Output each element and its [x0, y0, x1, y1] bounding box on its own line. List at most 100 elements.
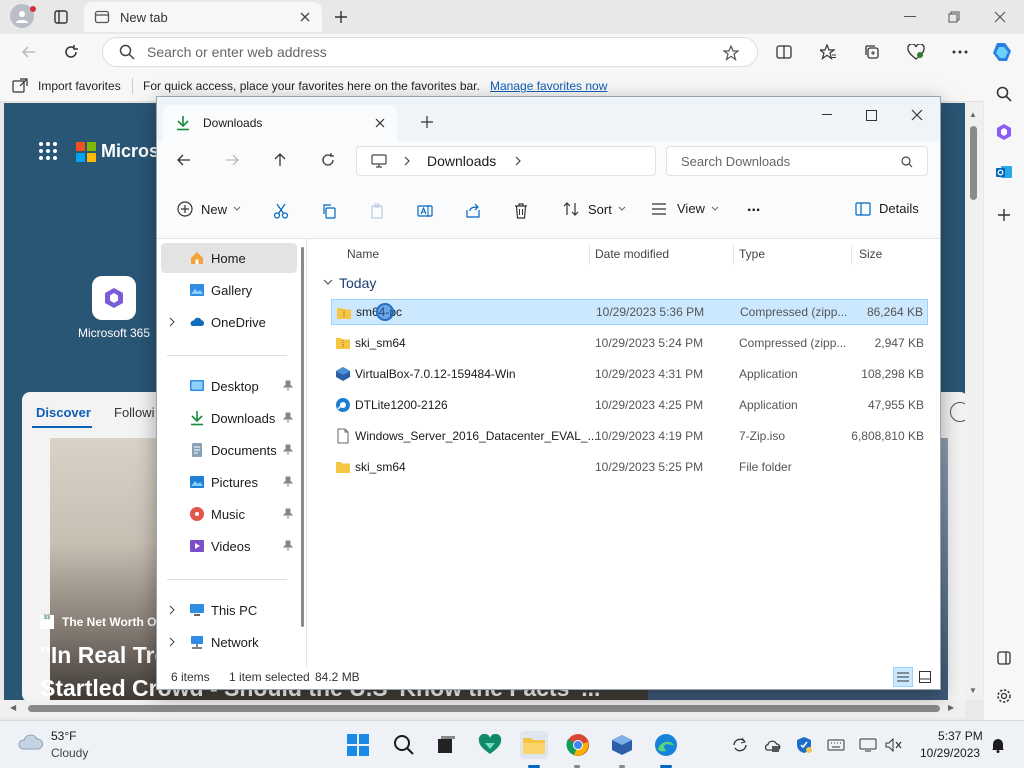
- collections-icon[interactable]: [860, 40, 884, 64]
- sidebar-outlook-icon[interactable]: [992, 160, 1016, 184]
- nav-pane-scrollbar[interactable]: [301, 247, 304, 627]
- explorer-back-icon[interactable]: [173, 149, 195, 171]
- split-screen-icon[interactable]: [772, 40, 796, 64]
- explorer-close-button[interactable]: [905, 103, 929, 127]
- nav-item-documents[interactable]: Documents: [161, 435, 297, 465]
- tiles-view-toggle-icon[interactable]: [915, 667, 935, 687]
- nav-item-pictures[interactable]: Pictures: [161, 467, 297, 497]
- address-bar[interactable]: Search or enter web address: [102, 37, 758, 67]
- news-headline-line1[interactable]: "In Real Tro: [40, 642, 169, 669]
- cut-icon[interactable]: [271, 201, 291, 221]
- chrome-taskbar-icon[interactable]: [564, 731, 592, 759]
- nav-item-home[interactable]: Home: [161, 243, 297, 273]
- file-explorer-taskbar-icon[interactable]: [520, 731, 548, 759]
- clock-date[interactable]: 10/29/2023: [920, 746, 980, 760]
- column-divider[interactable]: [589, 245, 590, 265]
- new-tab-button[interactable]: [330, 6, 352, 28]
- column-divider[interactable]: [851, 245, 852, 265]
- back-button[interactable]: [16, 39, 42, 65]
- share-icon[interactable]: [463, 201, 483, 221]
- explorer-up-icon[interactable]: [269, 149, 291, 171]
- tray-display-icon[interactable]: [858, 731, 878, 759]
- file-row[interactable]: sm64-pc 10/29/2023 5:36 PM Compressed (z…: [331, 299, 928, 325]
- virtualbox-taskbar-icon[interactable]: [608, 731, 636, 759]
- start-button[interactable]: [344, 731, 372, 759]
- nav-item-onedrive[interactable]: OneDrive: [161, 307, 297, 337]
- view-button[interactable]: View: [651, 201, 719, 216]
- tray-sync-icon[interactable]: [730, 731, 750, 759]
- column-header-size[interactable]: Size: [859, 247, 882, 261]
- restore-button[interactable]: [942, 6, 966, 28]
- file-row[interactable]: ski_sm64 10/29/2023 5:25 PM File folder: [331, 454, 928, 480]
- h-scroll-thumb[interactable]: [28, 705, 940, 712]
- breadcrumb-chevron-icon[interactable]: [514, 156, 522, 166]
- explorer-minimize-button[interactable]: [815, 103, 839, 127]
- sort-button[interactable]: Sort: [563, 201, 626, 217]
- task-view-icon[interactable]: [432, 731, 460, 759]
- nav-item-gallery[interactable]: Gallery: [161, 275, 297, 305]
- scroll-right-icon[interactable]: ▶: [948, 703, 954, 712]
- browser-tab-new-tab[interactable]: New tab: [84, 2, 322, 32]
- delete-icon[interactable]: [511, 201, 531, 221]
- close-explorer-tab-icon[interactable]: [373, 116, 387, 130]
- copy-icon[interactable]: [319, 201, 339, 221]
- tray-volume-muted-icon[interactable]: [884, 731, 904, 759]
- nav-item-desktop[interactable]: Desktop: [161, 371, 297, 401]
- copilot-icon[interactable]: [988, 38, 1016, 66]
- details-button[interactable]: Details: [855, 201, 919, 216]
- scroll-up-icon[interactable]: ▲: [969, 110, 977, 119]
- more-options-button[interactable]: ...: [747, 198, 760, 216]
- explorer-search-box[interactable]: Search Downloads: [666, 146, 928, 176]
- favorites-icon[interactable]: [816, 40, 840, 64]
- page-vertical-scrollbar[interactable]: ▲ ▼: [965, 102, 983, 700]
- sidebar-add-icon[interactable]: [992, 203, 1016, 227]
- scroll-left-icon[interactable]: ◀: [10, 703, 16, 712]
- rename-icon[interactable]: [415, 201, 435, 221]
- sidebar-copilot-icon[interactable]: [992, 120, 1016, 144]
- nav-item-downloads[interactable]: Downloads: [161, 403, 297, 433]
- clock-time[interactable]: 5:37 PM: [938, 729, 983, 743]
- edge-taskbar-icon[interactable]: [652, 731, 680, 759]
- manage-favorites-link[interactable]: Manage favorites now: [490, 79, 607, 93]
- favorite-star-icon[interactable]: [721, 43, 741, 63]
- file-row[interactable]: ski_sm64 10/29/2023 5:24 PM Compressed (…: [331, 330, 928, 356]
- tray-security-icon[interactable]: [794, 731, 814, 759]
- column-divider[interactable]: [733, 245, 734, 265]
- paste-icon[interactable]: [367, 201, 387, 221]
- import-favorites-button[interactable]: Import favorites: [12, 78, 121, 94]
- nav-item-music[interactable]: Music: [161, 499, 297, 529]
- nav-item-network[interactable]: Network: [161, 627, 297, 657]
- column-header-date[interactable]: Date modified: [595, 247, 669, 261]
- column-header-type[interactable]: Type: [739, 247, 765, 261]
- tray-keyboard-icon[interactable]: [826, 731, 846, 759]
- app-launcher-icon[interactable]: [38, 141, 58, 161]
- weather-widget[interactable]: [16, 731, 44, 753]
- taskbar-search-icon[interactable]: [390, 731, 418, 759]
- close-window-button[interactable]: [988, 6, 1012, 28]
- nav-item-videos[interactable]: Videos: [161, 531, 297, 561]
- refresh-button[interactable]: [58, 39, 84, 65]
- sidebar-settings-icon[interactable]: [992, 684, 1016, 708]
- expand-chevron-icon[interactable]: [169, 605, 175, 615]
- explorer-address-bar[interactable]: Downloads: [356, 146, 656, 176]
- discover-tab[interactable]: Discover: [36, 405, 91, 420]
- explorer-maximize-button[interactable]: [859, 103, 883, 127]
- sidebar-toggle-icon[interactable]: [992, 646, 1016, 670]
- explorer-forward-icon[interactable]: [221, 149, 243, 171]
- scroll-down-icon[interactable]: ▼: [969, 686, 977, 695]
- sidebar-search-icon[interactable]: [992, 82, 1016, 106]
- copilot-taskbar-icon[interactable]: [476, 731, 504, 759]
- expand-chevron-icon[interactable]: [169, 637, 175, 647]
- expand-chevron-icon[interactable]: [169, 317, 175, 327]
- file-row[interactable]: DTLite1200-2126 10/29/2023 4:25 PM Appli…: [331, 392, 928, 418]
- explorer-tab-downloads[interactable]: Downloads: [163, 105, 397, 141]
- file-row[interactable]: VirtualBox-7.0.12-159484-Win 10/29/2023 …: [331, 361, 928, 387]
- column-header-name[interactable]: Name: [347, 247, 379, 261]
- microsoft-365-tile[interactable]: [92, 276, 136, 320]
- explorer-refresh-icon[interactable]: [317, 149, 339, 171]
- tray-network-icon[interactable]: [762, 731, 782, 759]
- breadcrumb-downloads[interactable]: Downloads: [427, 153, 496, 169]
- group-header-today[interactable]: Today: [323, 275, 376, 291]
- browser-essentials-icon[interactable]: [904, 40, 928, 64]
- nav-item-this-pc[interactable]: This PC: [161, 595, 297, 625]
